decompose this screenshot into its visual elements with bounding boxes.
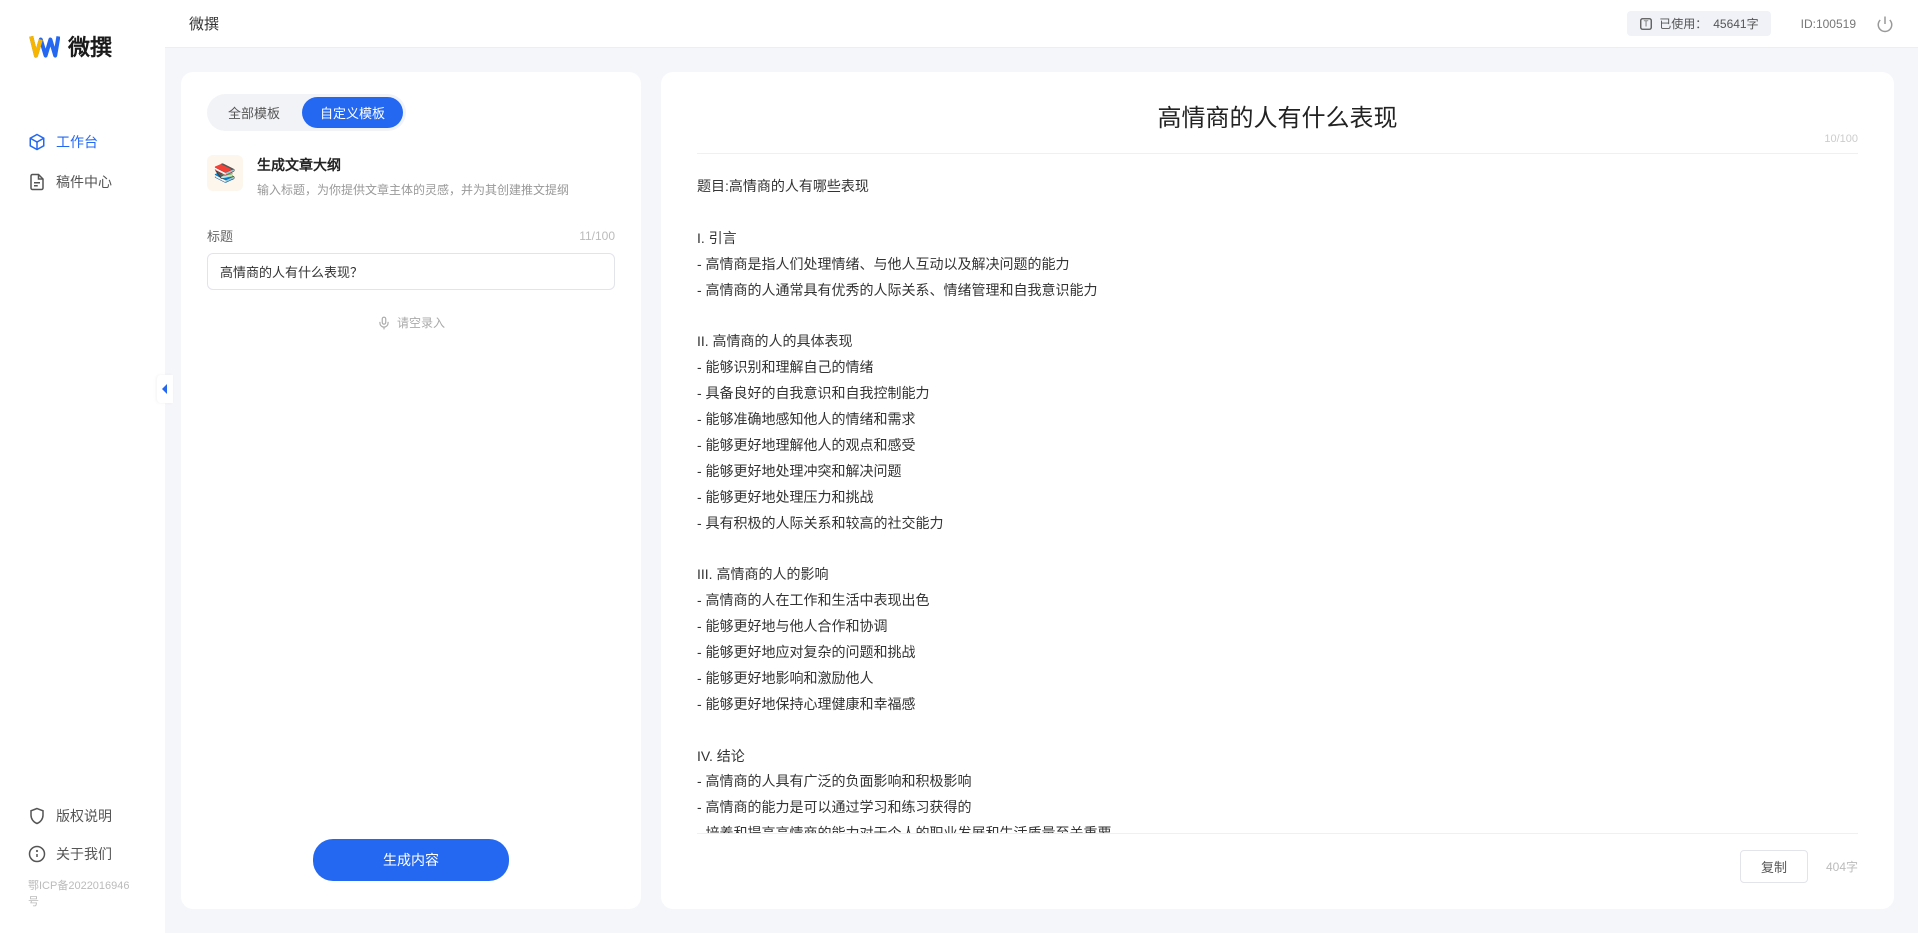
power-icon xyxy=(1876,15,1894,33)
nav-label: 稿件中心 xyxy=(56,172,112,192)
footer-label: 版权说明 xyxy=(56,806,112,826)
template-desc: 输入标题，为你提供文章主体的灵感，并为其创建推文提纲 xyxy=(257,181,569,198)
output-title-counter: 10/100 xyxy=(1824,133,1858,145)
icp-text: 鄂ICP备2022016946号 xyxy=(0,873,165,913)
document-icon xyxy=(28,173,46,191)
output-panel: 高情商的人有什么表现 10/100 题目:高情商的人有哪些表现 I. 引言 - … xyxy=(661,72,1894,909)
user-id: ID:100519 xyxy=(1801,17,1856,31)
footer-label: 关于我们 xyxy=(56,844,112,864)
page-title: 微撰 xyxy=(189,13,1627,34)
power-button[interactable] xyxy=(1876,15,1894,33)
copy-button[interactable]: 复制 xyxy=(1740,850,1808,883)
sidebar: 微撰 工作台 稿件中心 版权说明 关于我们 鄂ICP备2022016946号 xyxy=(0,0,165,933)
microphone-icon xyxy=(377,316,391,330)
shield-icon xyxy=(28,807,46,825)
chevron-left-icon xyxy=(160,382,170,396)
template-title: 生成文章大纲 xyxy=(257,155,569,175)
footer-copyright[interactable]: 版权说明 xyxy=(0,797,165,835)
logo[interactable]: 微撰 xyxy=(0,30,165,92)
tab-custom-templates[interactable]: 自定义模板 xyxy=(302,97,403,128)
footer-about[interactable]: 关于我们 xyxy=(0,835,165,873)
output-title: 高情商的人有什么表现 xyxy=(1158,98,1398,133)
cube-icon xyxy=(28,133,46,151)
text-icon: T xyxy=(1639,17,1653,31)
template-card: 📚 生成文章大纲 输入标题，为你提供文章主体的灵感，并为其创建推文提纲 xyxy=(207,155,615,198)
nav-drafts[interactable]: 稿件中心 xyxy=(0,162,165,202)
voice-input-button[interactable]: 请空录入 xyxy=(207,290,615,355)
input-panel: 全部模板 自定义模板 📚 生成文章大纲 输入标题，为你提供文章主体的灵感，并为其… xyxy=(181,72,641,909)
books-icon: 📚 xyxy=(207,155,243,191)
sidebar-collapse-button[interactable] xyxy=(157,375,173,403)
title-char-count: 11/100 xyxy=(579,229,615,243)
tab-all-templates[interactable]: 全部模板 xyxy=(210,97,298,128)
nav-workbench[interactable]: 工作台 xyxy=(0,122,165,162)
topbar: 微撰 T 已使用： 45641字 ID:100519 xyxy=(165,0,1918,48)
template-tabs: 全部模板 自定义模板 xyxy=(207,94,406,131)
output-word-count: 404字 xyxy=(1826,858,1858,875)
nav-label: 工作台 xyxy=(56,132,98,152)
logo-icon xyxy=(28,30,60,62)
content: 全部模板 自定义模板 📚 生成文章大纲 输入标题，为你提供文章主体的灵感，并为其… xyxy=(165,48,1918,933)
title-input[interactable] xyxy=(207,253,615,290)
generate-button[interactable]: 生成内容 xyxy=(313,839,509,881)
output-body[interactable]: 题目:高情商的人有哪些表现 I. 引言 - 高情商是指人们处理情绪、与他人互动以… xyxy=(697,154,1858,833)
svg-text:T: T xyxy=(1644,19,1649,28)
sidebar-nav: 工作台 稿件中心 xyxy=(0,92,165,797)
logo-text: 微撰 xyxy=(68,30,112,62)
sidebar-footer: 版权说明 关于我们 鄂ICP备2022016946号 xyxy=(0,797,165,933)
info-icon xyxy=(28,845,46,863)
title-field-label: 标题 xyxy=(207,226,233,245)
usage-badge[interactable]: T 已使用： 45641字 xyxy=(1627,11,1770,36)
usage-label: 已使用： xyxy=(1659,15,1707,32)
usage-value: 45641字 xyxy=(1713,15,1758,32)
voice-hint: 请空录入 xyxy=(397,314,445,331)
main: 微撰 T 已使用： 45641字 ID:100519 全部模板 自定义模板 📚 xyxy=(165,0,1918,933)
